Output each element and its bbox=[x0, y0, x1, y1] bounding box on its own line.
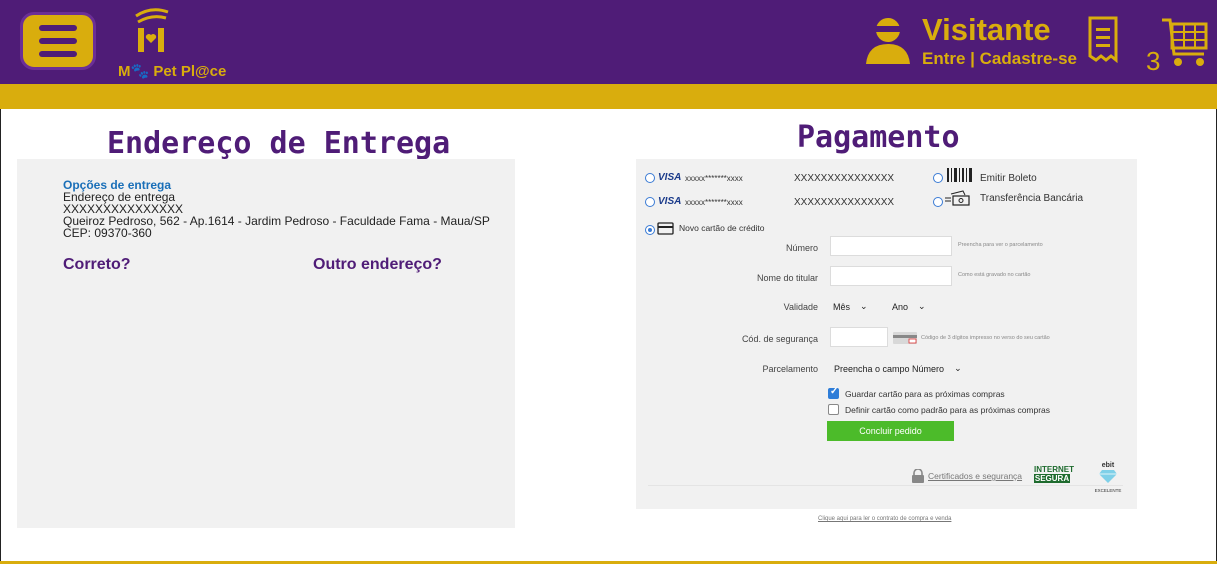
cart-count: 3 bbox=[1146, 46, 1161, 76]
boleto-label: Emitir Boleto bbox=[980, 173, 1037, 184]
transfer-radio[interactable] bbox=[933, 197, 943, 207]
new-card-radio[interactable] bbox=[645, 225, 655, 235]
badge-segura-text: SEGURA bbox=[1034, 474, 1070, 483]
year-select-value: Ano bbox=[892, 301, 909, 312]
saved-card-number-1: XXXXXXXXXXXXXXX bbox=[794, 173, 895, 184]
badge-excelente-text: EXCELENTE bbox=[1094, 488, 1122, 493]
contract-link[interactable]: Clique aqui para ler o contrato de compr… bbox=[818, 516, 951, 522]
default-card-checkbox[interactable] bbox=[828, 404, 839, 415]
chevron-down-icon: ⌄ bbox=[860, 301, 868, 311]
payment-title: Pagamento bbox=[797, 120, 960, 155]
saved-card-radio-1[interactable] bbox=[645, 173, 655, 183]
cvv-input[interactable] bbox=[830, 327, 888, 347]
month-select[interactable]: Mês ⌄ bbox=[833, 301, 868, 312]
saved-card-number-2: XXXXXXXXXXXXXXX bbox=[794, 197, 895, 208]
installments-select-value: Preencha o campo Número bbox=[834, 363, 945, 374]
cvv-hint: Código de 3 dígitos impresso no verso do… bbox=[921, 335, 1050, 341]
transfer-label: Transferência Bancária bbox=[980, 193, 1084, 204]
save-card-checkbox[interactable] bbox=[828, 386, 839, 399]
payment-divider bbox=[648, 485, 1123, 486]
card-number-input[interactable] bbox=[830, 236, 952, 256]
barcode-icon bbox=[947, 168, 972, 182]
receipt-icon[interactable] bbox=[1086, 16, 1120, 64]
hamburger-line bbox=[39, 25, 77, 31]
new-card-label: Novo cartão de crédito bbox=[679, 223, 765, 233]
save-card-label[interactable]: Guardar cartão para as próximas compras bbox=[845, 389, 1005, 399]
delivery-cep: CEP: 09370-360 bbox=[63, 226, 152, 240]
credit-card-icon bbox=[657, 222, 674, 235]
diamond-icon bbox=[1099, 470, 1117, 483]
holder-label: Nome do titular bbox=[756, 273, 818, 283]
year-select[interactable]: Ano ⌄ bbox=[892, 301, 926, 312]
lock-icon bbox=[912, 469, 924, 483]
installments-label: Parcelamento bbox=[762, 364, 818, 374]
holder-name-input[interactable] bbox=[830, 266, 952, 286]
installments-select[interactable]: Preencha o campo Número ⌄ bbox=[834, 363, 962, 374]
visa-logo-2: VISA bbox=[658, 196, 682, 207]
cart-icon[interactable] bbox=[1160, 16, 1210, 68]
holder-hint: Como está gravado no cartão bbox=[958, 272, 1031, 278]
visa-logo-1: VISA bbox=[658, 172, 682, 183]
cvv-label: Cód. de segurança bbox=[741, 334, 818, 344]
number-hint: Preencha para ver o parcelamento bbox=[958, 242, 1043, 248]
default-card-label[interactable]: Definir cartão como padrão para as próxi… bbox=[845, 405, 1050, 415]
number-label: Número bbox=[785, 243, 818, 253]
login-signup-link[interactable]: Entre | Cadastre-se bbox=[922, 49, 1077, 69]
saved-card-masked-2: xxxxx*******xxxx bbox=[685, 198, 743, 207]
delivery-address-block: Opções de entrega Endereço de entrega XX… bbox=[63, 179, 490, 239]
hamburger-line bbox=[39, 38, 77, 44]
chevron-down-icon: ⌄ bbox=[954, 363, 962, 373]
submit-order-button[interactable]: Concluir pedido bbox=[827, 421, 954, 441]
security-link[interactable]: Certificados e segurança bbox=[928, 471, 1022, 481]
gold-bar bbox=[0, 84, 1217, 109]
hamburger-line bbox=[39, 51, 77, 57]
delivery-title: Endereço de Entrega bbox=[107, 126, 451, 161]
money-transfer-icon bbox=[945, 190, 970, 206]
other-address-button[interactable]: Outro endereço? bbox=[313, 256, 442, 274]
internet-segura-badge[interactable]: INTERNET SEGURA bbox=[1034, 465, 1074, 483]
month-select-value: Mês bbox=[833, 301, 851, 312]
saved-card-radio-2[interactable] bbox=[645, 197, 655, 207]
badge-ebit-text: ebit bbox=[1101, 462, 1115, 469]
card-back-icon bbox=[893, 332, 917, 344]
badge-internet-text: INTERNET bbox=[1034, 465, 1074, 474]
user-name: Visitante bbox=[922, 12, 1051, 47]
logo-icon[interactable] bbox=[128, 4, 174, 56]
logo-text[interactable]: M🐾 Pet Pl@ce bbox=[118, 62, 226, 80]
ebit-badge[interactable]: ebit EXCELENTE bbox=[1088, 462, 1128, 493]
chevron-down-icon: ⌄ bbox=[918, 301, 926, 311]
user-icon[interactable] bbox=[862, 14, 914, 66]
correct-address-button[interactable]: Correto? bbox=[63, 256, 131, 274]
saved-card-masked-1: xxxxx*******xxxx bbox=[685, 174, 743, 183]
validity-label: Validade bbox=[783, 302, 818, 312]
menu-button[interactable] bbox=[20, 12, 96, 70]
boleto-radio[interactable] bbox=[933, 173, 943, 183]
